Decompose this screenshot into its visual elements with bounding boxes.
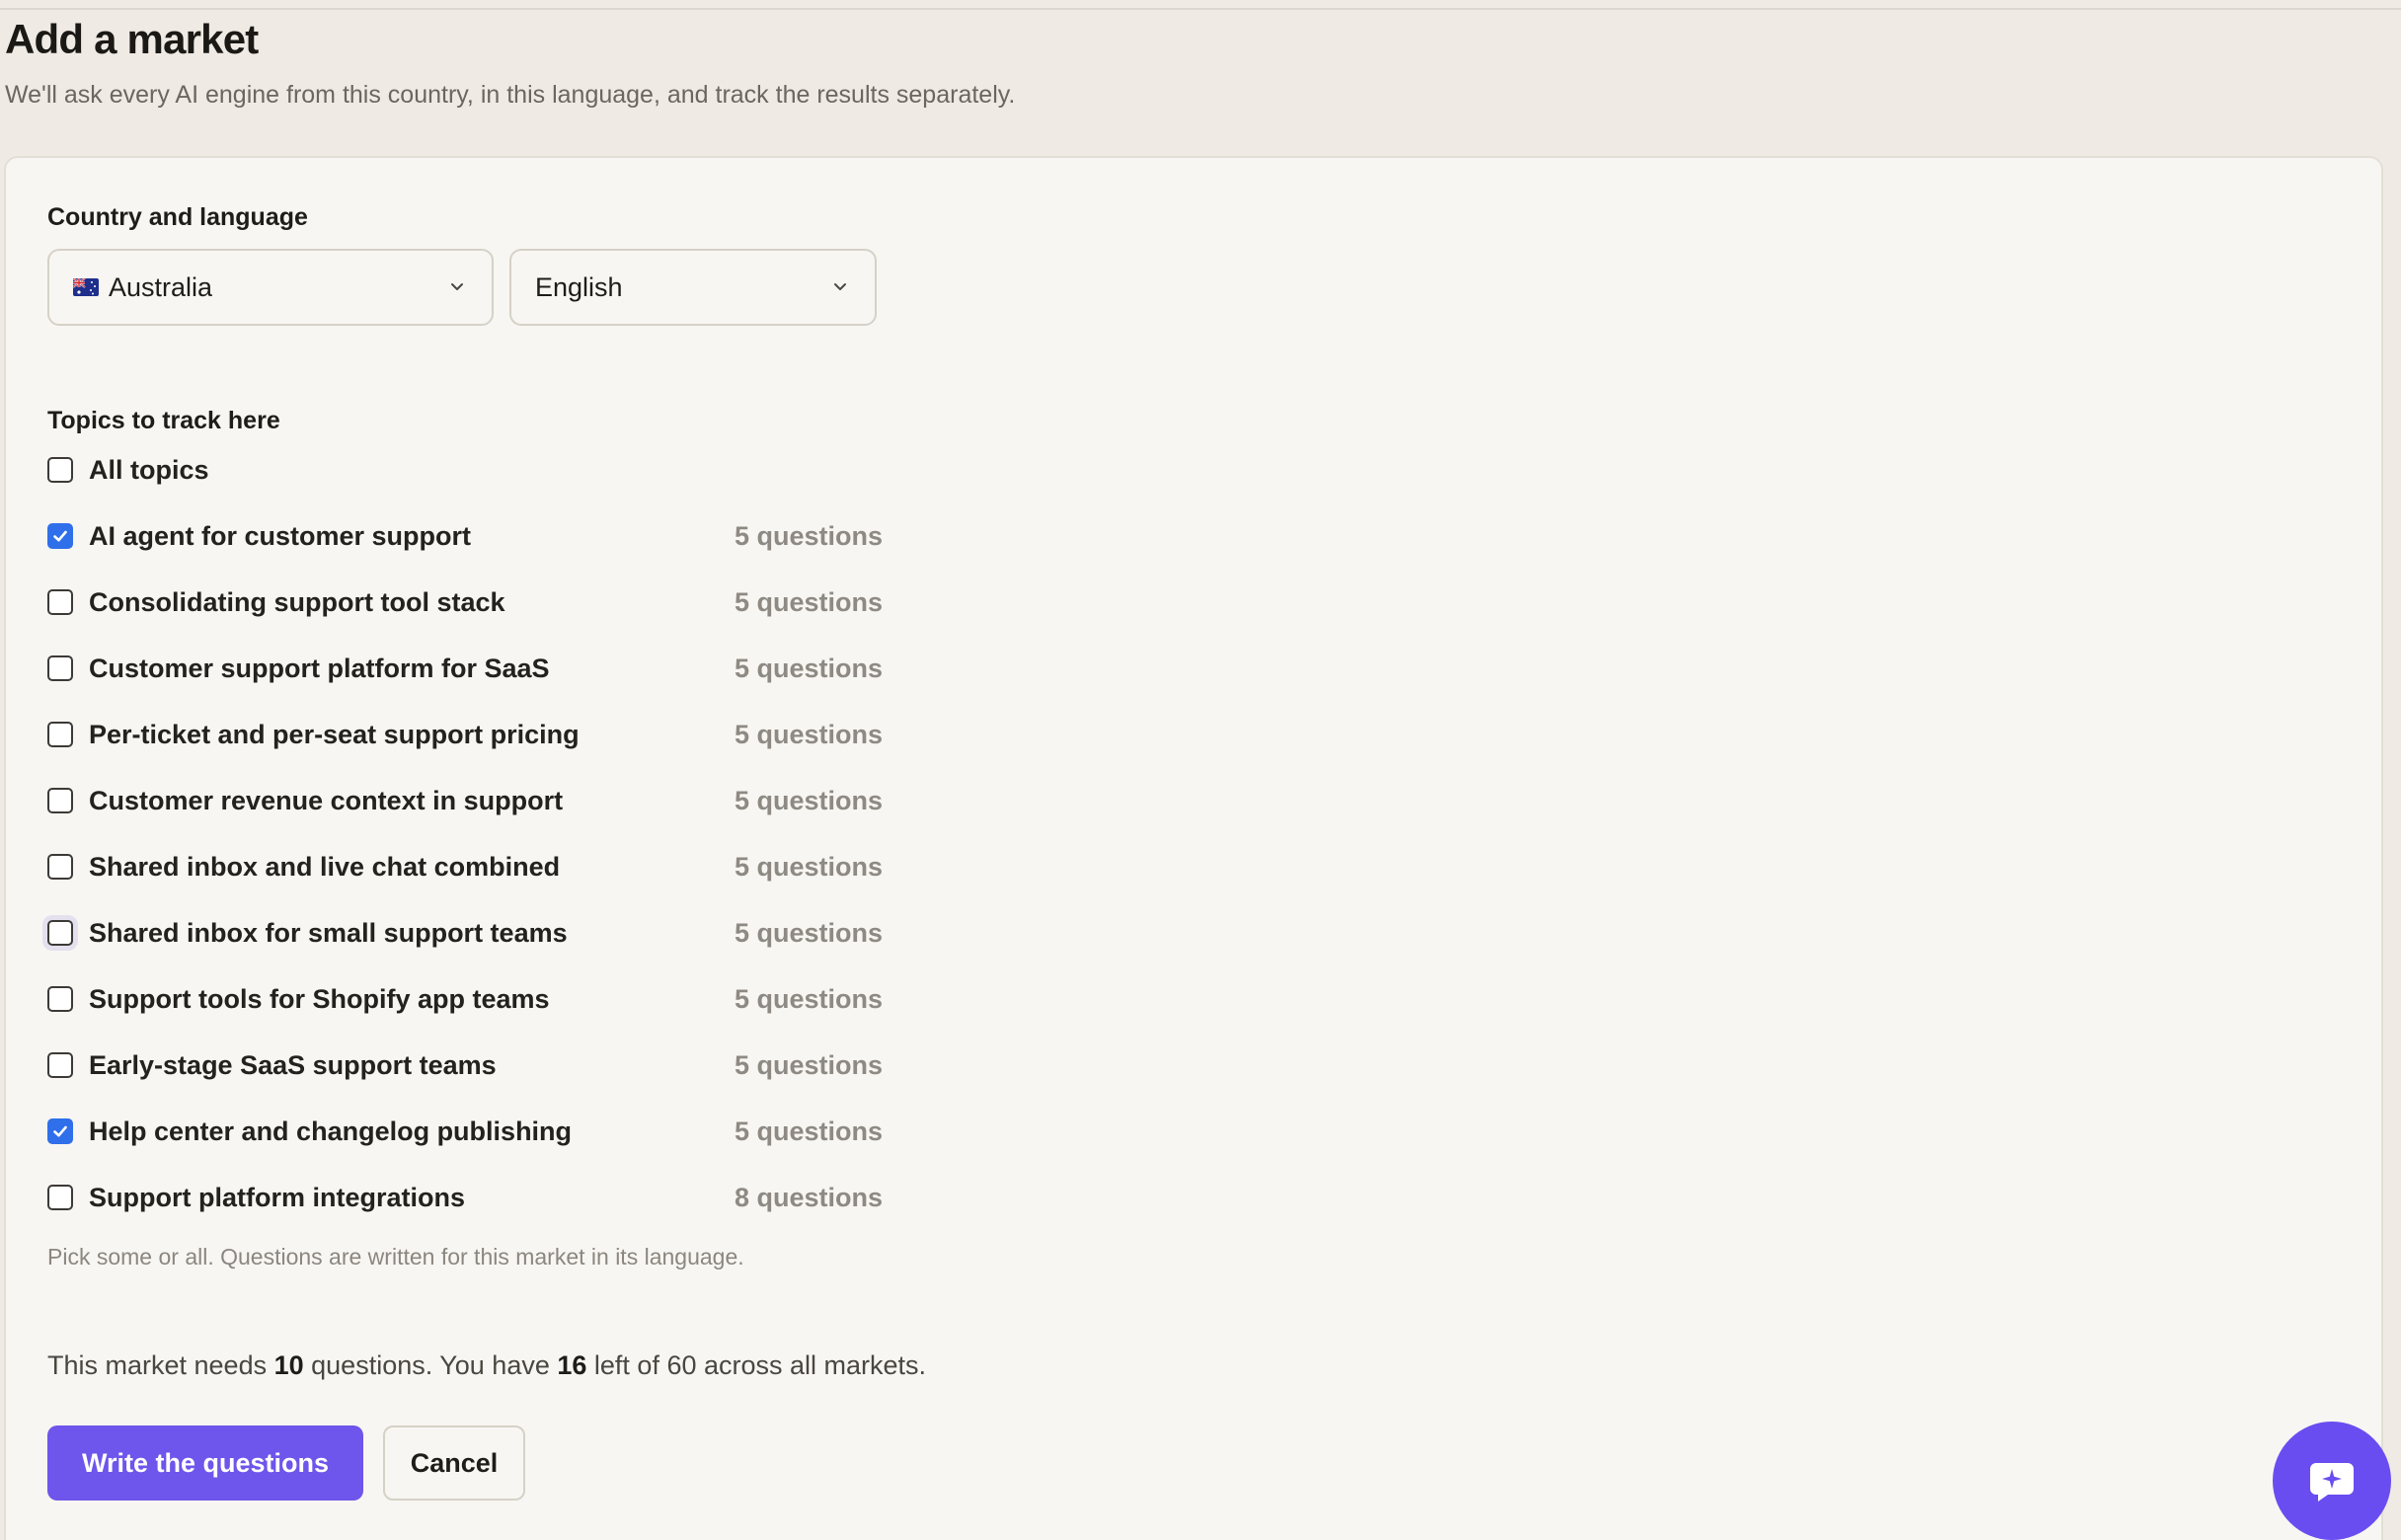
- top-divider: [0, 8, 2401, 10]
- topic-row[interactable]: Support platform integrations 8 questions: [47, 1178, 883, 1217]
- question-summary: This market needs 10 questions. You have…: [47, 1350, 926, 1381]
- topic-row[interactable]: Support tools for Shopify app teams 5 que…: [47, 979, 883, 1019]
- language-value: English: [535, 271, 623, 302]
- page-subtitle: We'll ask every AI engine from this coun…: [5, 81, 1016, 109]
- topic-label: Help center and changelog publishing: [89, 1116, 573, 1146]
- topic-checkbox[interactable]: [47, 986, 73, 1012]
- summary-prefix: This market needs: [47, 1350, 274, 1380]
- all-topics-label: All topics: [89, 454, 209, 485]
- topic-question-count: 5 questions: [734, 653, 883, 683]
- topic-row[interactable]: Per-ticket and per-seat support pricing 5…: [47, 715, 883, 754]
- chevron-down-icon: [834, 283, 846, 290]
- topic-label: Consolidating support tool stack: [89, 586, 505, 617]
- topics-label: Topics to track here: [47, 407, 280, 434]
- topic-question-count: 5 questions: [734, 1049, 883, 1080]
- topic-checkbox[interactable]: [47, 788, 73, 813]
- topic-question-count: 5 questions: [734, 1116, 883, 1146]
- topic-question-count: 5 questions: [734, 917, 883, 948]
- topic-question-count: 5 questions: [734, 586, 883, 617]
- chevron-down-icon: [451, 283, 463, 290]
- topic-question-count: 5 questions: [734, 851, 883, 882]
- topic-checkbox[interactable]: [47, 1052, 73, 1078]
- topic-checkbox[interactable]: [47, 722, 73, 747]
- topic-label: Customer revenue context in support: [89, 785, 564, 815]
- topic-label: Support platform integrations: [89, 1182, 465, 1212]
- summary-suffix: left of 60 across all markets.: [586, 1350, 927, 1380]
- topic-row[interactable]: Shared inbox for small support teams 5 qu…: [47, 913, 883, 953]
- topic-row[interactable]: Early-stage SaaS support teams 5 question…: [47, 1045, 883, 1085]
- questions-needed: 10: [273, 1350, 304, 1380]
- topic-row[interactable]: Customer revenue context in support 5 que…: [47, 781, 883, 820]
- topic-question-count: 5 questions: [734, 983, 883, 1014]
- topic-question-count: 8 questions: [734, 1182, 883, 1212]
- language-select[interactable]: English: [509, 249, 877, 326]
- checkmark-icon: [53, 1125, 67, 1137]
- topic-label: Shared inbox for small support teams: [89, 917, 568, 948]
- topic-checkbox[interactable]: [47, 523, 73, 549]
- country-value: Australia: [109, 271, 213, 302]
- write-questions-button[interactable]: Write the questions: [47, 1425, 363, 1501]
- country-language-label: Country and language: [47, 203, 308, 231]
- chat-button[interactable]: [2273, 1422, 2391, 1540]
- topic-question-count: 5 questions: [734, 719, 883, 749]
- topic-row[interactable]: AI agent for customer support 5 questions: [47, 516, 883, 556]
- summary-middle: questions. You have: [303, 1350, 558, 1380]
- topic-label: Shared inbox and live chat combined: [89, 851, 561, 882]
- topic-checkbox[interactable]: [47, 920, 73, 946]
- topic-row[interactable]: Consolidating support tool stack 5 questi…: [47, 582, 883, 622]
- topic-row[interactable]: Shared inbox and live chat combined 5 que…: [47, 847, 883, 886]
- topic-question-count: 5 questions: [734, 785, 883, 815]
- country-select[interactable]: Australia: [47, 249, 494, 326]
- topic-checkbox[interactable]: [47, 854, 73, 880]
- page-title: Add a market: [5, 16, 259, 62]
- topic-row[interactable]: Help center and changelog publishing 5 qu…: [47, 1112, 883, 1151]
- topic-label: Early-stage SaaS support teams: [89, 1049, 497, 1080]
- topic-label: AI agent for customer support: [89, 520, 472, 551]
- checkmark-icon: [53, 530, 67, 542]
- australia-flag-icon: [73, 278, 99, 296]
- add-market-form: Country and language Australia English T…: [4, 156, 2383, 1540]
- chat-sparkle-icon: [2310, 1463, 2354, 1502]
- topic-label: Support tools for Shopify app teams: [89, 983, 550, 1014]
- topic-checkbox[interactable]: [47, 589, 73, 615]
- topic-question-count: 5 questions: [734, 520, 883, 551]
- topic-checkbox[interactable]: [47, 1185, 73, 1210]
- all-topics-checkbox[interactable]: [47, 457, 73, 483]
- topics-hint: Pick some or all. Questions are written …: [47, 1244, 744, 1270]
- all-topics-row[interactable]: All topics: [47, 450, 883, 490]
- cancel-button[interactable]: Cancel: [383, 1425, 525, 1501]
- topic-row[interactable]: Customer support platform for SaaS 5 ques…: [47, 649, 883, 688]
- topic-label: Per-ticket and per-seat support pricing: [89, 719, 580, 749]
- topic-label: Customer support platform for SaaS: [89, 653, 550, 683]
- topic-checkbox[interactable]: [47, 1118, 73, 1144]
- questions-left: 16: [557, 1350, 587, 1380]
- topic-checkbox[interactable]: [47, 655, 73, 681]
